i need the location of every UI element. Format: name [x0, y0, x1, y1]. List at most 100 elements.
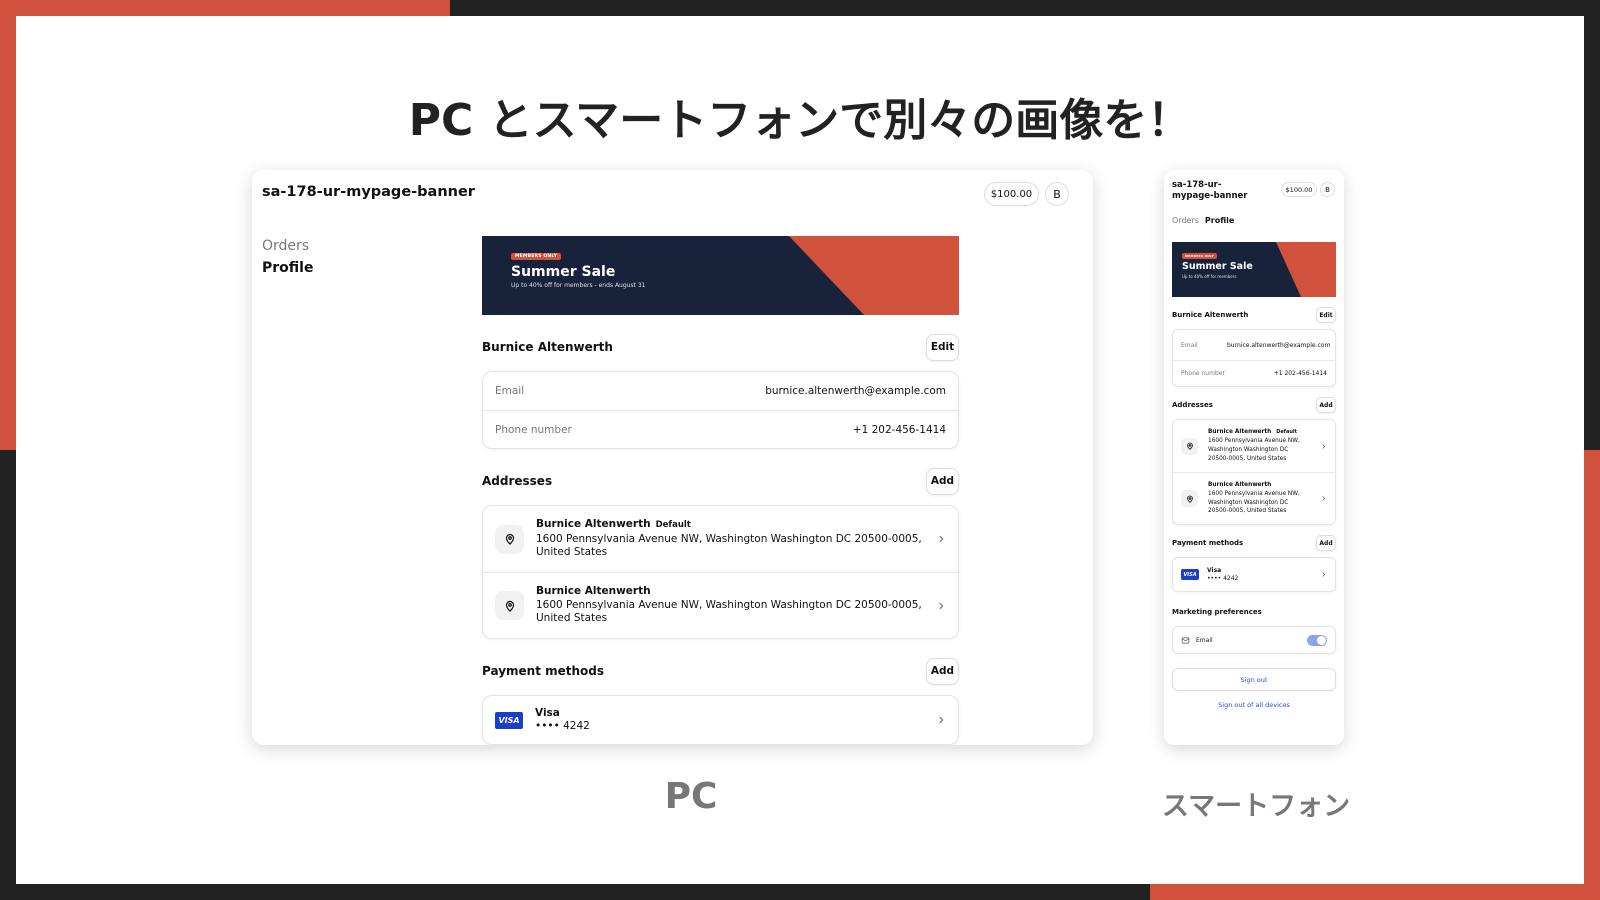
address-line-3: 20500-0005, United States — [1208, 455, 1287, 462]
address-item[interactable]: Burnice Altenwerth 1600 Pennsylvania Ave… — [1173, 472, 1335, 524]
tab-orders[interactable]: Orders — [1172, 216, 1199, 225]
addresses-header: Addresses Add — [482, 467, 959, 495]
address-text: Burnice Altenwerth 1600 Pennsylvania Ave… — [536, 585, 936, 626]
addresses-title: Addresses — [1172, 401, 1213, 409]
address-line-2: United States — [536, 612, 608, 625]
chevron-right-icon — [1320, 443, 1327, 450]
contact-card: Email burnice.altenwerth@example.com Pho… — [1172, 329, 1336, 387]
profile-header: Burnice Altenwerth Edit — [482, 333, 959, 361]
slide: PC とスマートフォンで別々の画像を！ sa-178-ur-mypage-ban… — [16, 16, 1584, 884]
location-pin-icon — [1181, 437, 1198, 455]
side-nav: Orders Profile — [262, 235, 313, 279]
profile-name: Burnice Altenwerth — [482, 340, 613, 354]
address-item[interactable]: Burnice Altenwerth Default 1600 Pennsylva… — [1173, 420, 1335, 472]
caption-smartphone: スマートフォン — [1161, 791, 1351, 822]
address-line-2: United States — [536, 546, 608, 559]
chevron-right-icon — [936, 601, 946, 611]
balance-pill[interactable]: $100.00 — [984, 182, 1039, 206]
nav-orders[interactable]: Orders — [262, 235, 313, 257]
nav-profile[interactable]: Profile — [262, 257, 313, 279]
card-name: Visa — [535, 707, 560, 719]
card-name: Visa — [1207, 566, 1222, 574]
phone-label: Phone number — [495, 423, 572, 436]
payments-header: Payment methods Add — [482, 657, 959, 685]
contact-card: Email burnice.altenwerth@example.com Pho… — [482, 371, 959, 449]
sign-out-all-link[interactable]: Sign out of all devices — [1172, 701, 1336, 709]
avatar[interactable]: B — [1045, 182, 1069, 206]
payments-title: Payment methods — [482, 664, 605, 678]
address-text: Burnice Altenwerth Default 1600 Pennsylva… — [1208, 428, 1320, 463]
add-address-button[interactable]: Add — [926, 467, 959, 495]
address-text: Burnice Altenwerth 1600 Pennsylvania Ave… — [1208, 481, 1320, 516]
email-label: Email — [495, 385, 525, 397]
email-pref-label: Email — [1196, 636, 1213, 644]
addresses-card: Burnice Altenwerth Default 1600 Pennsylva… — [482, 505, 959, 639]
phone-value: +1 202-456-1414 — [852, 423, 946, 436]
default-badge: Default — [1276, 429, 1298, 436]
email-value: burnice.altenwerth@example.com — [765, 385, 946, 397]
payment-item[interactable]: VISA Visa •••• 4242 — [1173, 558, 1335, 591]
email-row: Email burnice.altenwerth@example.com — [1173, 330, 1335, 360]
banner-red-shape — [1276, 242, 1336, 297]
address-item[interactable]: Burnice Altenwerth 1600 Pennsylvania Ave… — [483, 572, 958, 638]
payments-card: VISA Visa •••• 4242 — [482, 695, 959, 745]
address-name: Burnice Altenwerth — [536, 585, 651, 598]
email-pref-row: Email — [1173, 627, 1335, 653]
addresses-title: Addresses — [482, 474, 553, 488]
marketing-card: Email — [1172, 626, 1336, 654]
tab-profile[interactable]: Profile — [1205, 216, 1234, 225]
card-number: •••• 4242 — [1207, 574, 1239, 582]
edit-button[interactable]: Edit — [926, 333, 959, 361]
default-badge: Default — [655, 520, 691, 531]
chevron-right-icon — [1320, 571, 1327, 578]
slide-title: PC とスマートフォンで別々の画像を！ — [408, 95, 1192, 146]
address-name: Burnice Altenwerth — [1208, 481, 1272, 488]
sign-out-button[interactable]: Sign out — [1172, 668, 1336, 691]
store-name[interactable]: sa-178-ur-mypage-banner — [262, 184, 475, 200]
payment-item[interactable]: VISA Visa •••• 4242 — [483, 696, 958, 744]
phone-label: Phone number — [1181, 370, 1225, 377]
address-item[interactable]: Burnice Altenwerth Default 1600 Pennsylva… — [483, 506, 958, 572]
add-payment-button[interactable]: Add — [926, 657, 959, 685]
sale-banner[interactable]: MEMBERS ONLY Summer Sale Up to 40% off f… — [1172, 242, 1336, 297]
phone-row: Phone number +1 202-456-1414 — [483, 410, 958, 448]
chevron-right-icon — [936, 715, 946, 725]
location-pin-icon — [1181, 490, 1198, 507]
location-pin-icon — [495, 591, 524, 620]
address-line-2: Washington Washington DC — [1208, 499, 1289, 506]
address-text: Burnice Altenwerth Default 1600 Pennsylva… — [536, 518, 936, 560]
payments-header: Payment methods Add — [1172, 535, 1336, 551]
address-line-2: Washington Washington DC — [1208, 447, 1289, 453]
visa-card-icon: VISA — [1181, 569, 1199, 580]
banner-red-shape — [789, 236, 959, 315]
avatar[interactable]: B — [1320, 182, 1335, 197]
email-pref-toggle[interactable] — [1307, 634, 1327, 646]
edit-button[interactable]: Edit — [1316, 307, 1336, 323]
payment-text: Visa •••• 4242 — [535, 707, 936, 733]
phone-value: +1 202-456-1414 — [1273, 370, 1327, 377]
payments-title: Payment methods — [1172, 539, 1244, 547]
address-name: Burnice Altenwerth — [536, 518, 651, 531]
address-line-3: 20500-0005, United States — [1208, 508, 1287, 515]
email-label: Email — [1181, 341, 1198, 349]
marketing-title: Marketing preferences — [1172, 608, 1262, 616]
add-address-button[interactable]: Add — [1316, 397, 1336, 413]
marketing-header: Marketing preferences — [1172, 604, 1336, 620]
location-pin-icon — [495, 524, 524, 554]
store-name-line-2: mypage-banner — [1172, 190, 1248, 201]
pc-window: sa-178-ur-mypage-banner $100.00 B Orders… — [252, 170, 1093, 745]
banner-badge: MEMBERS ONLY — [511, 253, 562, 260]
banner-subtitle: Up to 40% off for members - ends August … — [511, 282, 646, 289]
payment-text: Visa •••• 4242 — [1207, 567, 1320, 583]
sale-banner[interactable]: MEMBERS ONLY Summer Sale Up to 40% off f… — [482, 236, 959, 315]
profile-name: Burnice Altenwerth — [1172, 311, 1249, 319]
store-name[interactable]: sa-178-ur- mypage-banner — [1172, 180, 1277, 201]
email-row: Email burnice.altenwerth@example.com — [483, 372, 958, 410]
profile-header: Burnice Altenwerth Edit — [1172, 307, 1336, 323]
balance-pill[interactable]: $100.00 — [1281, 182, 1317, 197]
card-number: •••• 4242 — [535, 720, 590, 732]
phone-row: Phone number +1 202-456-1414 — [1173, 360, 1335, 386]
add-payment-button[interactable]: Add — [1316, 535, 1336, 551]
address-line-1: 1600 Pennsylvania Avenue NW, — [1208, 438, 1300, 445]
banner-title: Summer Sale — [511, 264, 616, 280]
